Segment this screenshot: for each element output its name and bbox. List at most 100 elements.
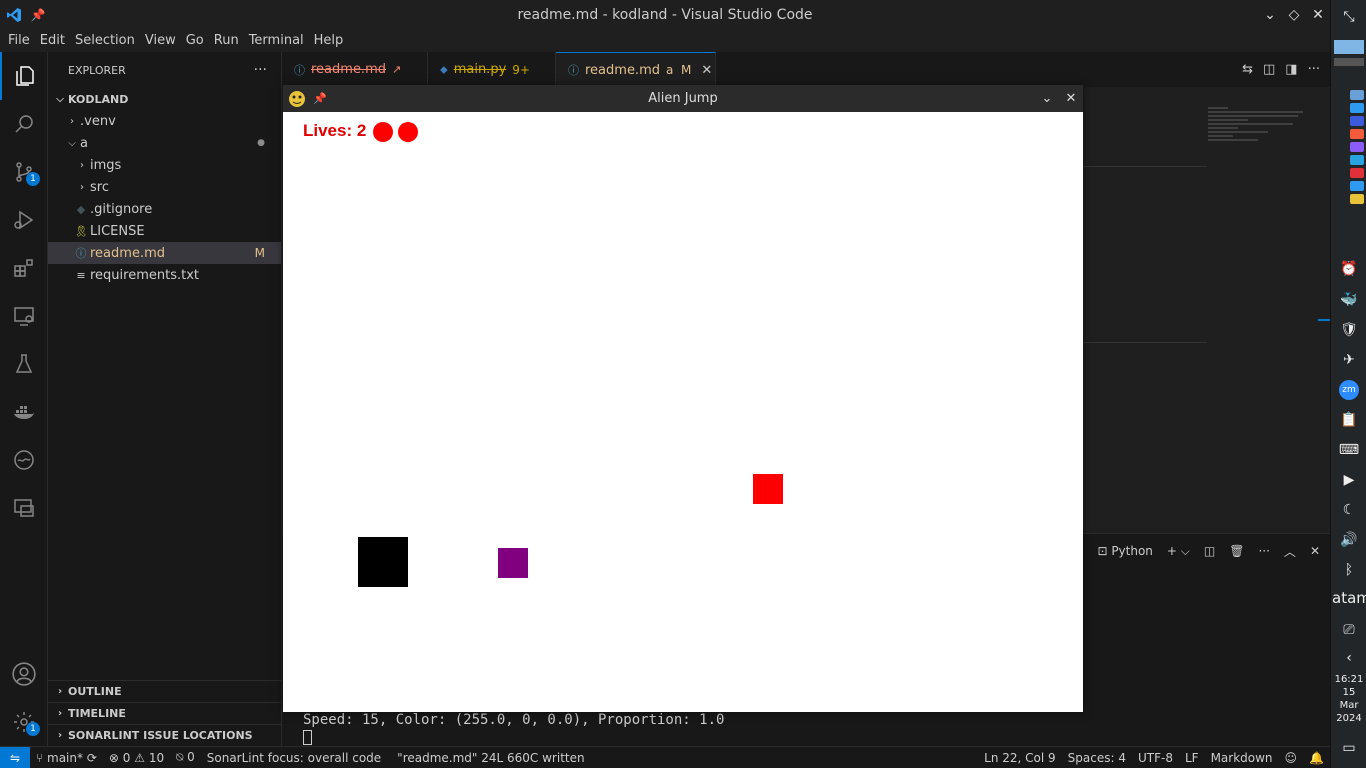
remote-window-icon[interactable] — [0, 484, 48, 532]
app-icon[interactable] — [1350, 142, 1364, 152]
menu-help[interactable]: Help — [309, 33, 349, 48]
app-icon[interactable] — [1350, 168, 1364, 178]
timeline-panel-header[interactable]: › TIMELINE — [48, 702, 281, 724]
problems-indicator[interactable]: ⊗ 0 ⚠ 10 — [103, 751, 170, 765]
app-icon[interactable] — [1350, 181, 1364, 191]
clock-time[interactable]: 16:21 — [1331, 673, 1366, 686]
app-icon[interactable] — [1350, 103, 1364, 113]
window-thumbnails[interactable] — [1334, 40, 1364, 220]
menu-file[interactable]: File — [3, 33, 35, 48]
encoding[interactable]: UTF-8 — [1132, 751, 1179, 765]
open-changes-icon[interactable]: ⇆ — [1242, 62, 1253, 77]
clipboard-icon[interactable]: 📋 — [1331, 409, 1366, 431]
terminal-more-icon[interactable]: ··· — [1258, 544, 1269, 558]
game-minimize-button[interactable]: ⌄ — [1035, 85, 1059, 112]
remote-indicator-icon[interactable]: ⇋ — [0, 746, 30, 768]
shield-icon[interactable]: 🛡 — [1331, 319, 1366, 341]
open-preview-icon[interactable]: ◫ — [1263, 62, 1275, 77]
tree-file-requirements[interactable]: ≡ requirements.txt — [48, 264, 281, 286]
explorer-icon[interactable] — [0, 52, 48, 100]
extensions-icon[interactable] — [0, 244, 48, 292]
app-icon[interactable] — [1350, 90, 1364, 100]
close-button[interactable]: ✕ — [1306, 0, 1330, 29]
tree-folder-a[interactable]: ⌵ a ● — [48, 132, 281, 154]
telegram-icon[interactable]: ✈ — [1331, 349, 1366, 371]
game-close-button[interactable]: ✕ — [1059, 85, 1083, 112]
app-icon[interactable] — [1350, 116, 1364, 126]
split-terminal-icon[interactable]: ◫ — [1204, 544, 1215, 558]
tab-readme-deleted[interactable]: ⓘ readme.md ↗ — [282, 52, 428, 87]
sonarlint-icon[interactable] — [0, 436, 48, 484]
zoom-icon[interactable]: zm — [1331, 379, 1366, 401]
volume-icon[interactable]: 🔊 — [1331, 529, 1366, 551]
close-panel-icon[interactable]: ✕ — [1310, 544, 1320, 558]
end-of-line[interactable]: LF — [1179, 751, 1205, 765]
game-window: 📌 Alien Jump ⌄ ✕ Lives: 2 — [283, 85, 1083, 712]
maximize-button[interactable]: ◇ — [1282, 0, 1306, 29]
sonarlint-panel-header[interactable]: › SONARLINT ISSUE LOCATIONS — [48, 724, 281, 746]
menu-terminal[interactable]: Terminal — [244, 33, 309, 48]
more-actions-icon[interactable]: ··· — [254, 62, 267, 78]
settings-gear-icon[interactable]: 1 — [0, 698, 48, 746]
editor-more-actions-icon[interactable]: ··· — [1308, 62, 1320, 77]
search-icon[interactable] — [0, 100, 48, 148]
keyboard-icon[interactable]: ⌨ — [1331, 439, 1366, 461]
show-desktop-icon[interactable]: ▭ — [1331, 737, 1366, 759]
expand-icon[interactable]: ⤡ — [1331, 6, 1366, 28]
display-icon[interactable]: ⎚ — [1331, 619, 1366, 641]
language-mode[interactable]: Markdown — [1205, 751, 1279, 765]
tab-readme-active[interactable]: ⓘ readme.md a M ✕ — [556, 52, 716, 87]
tree-file-readme[interactable]: ⓘ readme.md M — [48, 242, 281, 264]
collapse-arrow-icon[interactable]: ‹ — [1331, 647, 1366, 669]
game-canvas[interactable]: Lives: 2 — [283, 112, 1083, 712]
ports-indicator[interactable]: ⍉ 0 — [170, 750, 201, 765]
tree-folder-venv[interactable]: › .venv — [48, 110, 281, 132]
menu-selection[interactable]: Selection — [70, 33, 140, 48]
menu-view[interactable]: View — [140, 33, 181, 48]
testing-icon[interactable] — [0, 340, 48, 388]
close-tab-icon[interactable]: ✕ — [701, 63, 712, 78]
app-icon[interactable] — [1350, 155, 1364, 165]
tree-folder-imgs[interactable]: › imgs — [48, 154, 281, 176]
tab-label: readme.md — [311, 62, 386, 77]
app-icon[interactable] — [1350, 194, 1364, 204]
menu-go[interactable]: Go — [181, 33, 209, 48]
split-editor-icon[interactable]: ◨ — [1285, 62, 1297, 77]
alarm-icon[interactable]: ⏰ — [1331, 258, 1366, 280]
notifications-bell-icon[interactable]: 🔔 — [1303, 751, 1330, 765]
night-light-icon[interactable]: ☾ — [1331, 499, 1366, 521]
menu-edit[interactable]: Edit — [35, 33, 70, 48]
indentation[interactable]: Spaces: 4 — [1062, 751, 1132, 765]
minimap[interactable] — [1208, 105, 1318, 165]
minimize-button[interactable]: ⌄ — [1258, 0, 1282, 29]
branch-indicator[interactable]: ⑂ main* ⟳ — [30, 751, 103, 765]
docker-icon[interactable] — [0, 388, 48, 436]
tree-file-gitignore[interactable]: ◆ .gitignore — [48, 198, 281, 220]
tree-file-license[interactable]: 🎗 LICENSE — [48, 220, 281, 242]
source-control-icon[interactable]: 1 — [0, 148, 48, 196]
docker-tray-icon[interactable]: 🐳 — [1331, 289, 1366, 311]
new-terminal-icon[interactable]: + ⌵ — [1167, 544, 1190, 559]
remote-explorer-icon[interactable] — [0, 292, 48, 340]
tree-folder-src[interactable]: › src — [48, 176, 281, 198]
outline-panel-header[interactable]: › OUTLINE — [48, 680, 281, 702]
terminal-profile[interactable]: ⊡ Python — [1097, 544, 1152, 558]
run-debug-icon[interactable] — [0, 196, 48, 244]
bluetooth-icon[interactable]: ᛒ — [1331, 559, 1366, 581]
maximize-panel-icon[interactable]: ︿ — [1284, 543, 1296, 560]
thumbnail[interactable] — [1334, 58, 1364, 66]
modified-dot-icon: ● — [257, 138, 265, 148]
copilot-icon[interactable]: ☺ — [1279, 751, 1304, 765]
cursor-position[interactable]: Ln 22, Col 9 — [978, 751, 1062, 765]
thumbnail[interactable] — [1334, 40, 1364, 54]
sonarlint-focus[interactable]: SonarLint focus: overall code — [201, 751, 387, 765]
tab-main-py[interactable]: ⬥ main.py 9+ — [428, 52, 556, 87]
pin-icon[interactable]: 📌 — [311, 92, 329, 105]
workspace-root[interactable]: ⌵ KODLAND — [48, 88, 281, 110]
menu-run[interactable]: Run — [209, 33, 244, 48]
kill-terminal-icon[interactable]: 🗑 — [1229, 544, 1244, 558]
app-icon[interactable] — [1350, 129, 1364, 139]
media-play-icon[interactable]: ▶ — [1331, 469, 1366, 491]
pin-icon[interactable]: 📌 — [28, 8, 48, 22]
accounts-icon[interactable] — [0, 650, 48, 698]
